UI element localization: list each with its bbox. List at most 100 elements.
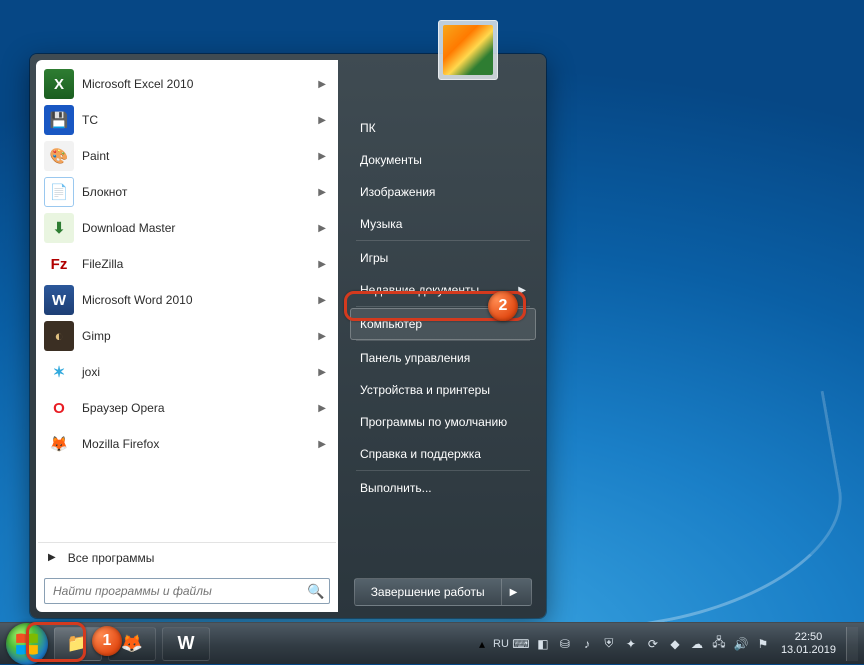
notepad-icon: 📄 <box>44 177 74 207</box>
program-label: joxi <box>82 365 318 379</box>
submenu-arrow-icon: ▶ <box>318 151 326 162</box>
places-item-4[interactable]: Игры <box>350 242 536 274</box>
places-item-3[interactable]: Музыка <box>350 208 536 240</box>
places-item-7[interactable]: Панель управления <box>350 342 536 374</box>
program-item-filezilla[interactable]: Fz FileZilla▶ <box>38 246 336 282</box>
places-item-8[interactable]: Устройства и принтеры <box>350 374 536 406</box>
program-label: Браузер Opera <box>82 401 318 415</box>
language-indicator[interactable]: RU <box>489 638 513 650</box>
places-label: Компьютер <box>360 317 422 331</box>
program-label: Mozilla Firefox <box>82 437 318 451</box>
app2-icon[interactable]: ◆ <box>667 636 683 652</box>
places-item-2[interactable]: Изображения <box>350 176 536 208</box>
triangle-right-icon: ▶ <box>48 552 56 563</box>
clock-time: 22:50 <box>781 631 836 644</box>
places-label: Игры <box>360 251 388 265</box>
program-label: FileZilla <box>82 257 318 271</box>
program-item-gimp[interactable]: ◐Gimp▶ <box>38 318 336 354</box>
tool-icon[interactable]: ✦ <box>623 636 639 652</box>
explorer-icon: 📁 <box>67 633 89 654</box>
filezilla-icon: Fz <box>44 249 74 279</box>
program-label: Paint <box>82 149 318 163</box>
program-item-paint[interactable]: 🎨 Paint▶ <box>38 138 336 174</box>
submenu-arrow-icon: ▶ <box>318 259 326 270</box>
shutdown-label: Завершение работы <box>361 585 501 599</box>
flag-icon[interactable]: ⚑ <box>755 636 771 652</box>
audio-icon[interactable]: ♪ <box>579 636 595 652</box>
taskbar-firefox-button[interactable]: 🦊 <box>108 627 156 661</box>
firefox-icon: 🦊 <box>44 429 74 459</box>
submenu-arrow-icon: ▶ <box>318 187 326 198</box>
drive-icon[interactable]: ⛁ <box>557 636 573 652</box>
places-item-9[interactable]: Программы по умолчанию <box>350 406 536 438</box>
submenu-arrow-icon: ▶ <box>318 223 326 234</box>
tray-expand-icon[interactable]: ▴ <box>479 637 489 651</box>
taskbar-explorer-button[interactable]: 📁 <box>54 627 102 661</box>
program-label: Microsoft Word 2010 <box>82 293 318 307</box>
excel-icon: X <box>44 69 74 99</box>
program-label: Microsoft Excel 2010 <box>82 77 318 91</box>
program-item-opera[interactable]: OБраузер Opera▶ <box>38 390 336 426</box>
shutdown-button[interactable]: Завершение работы ▶ <box>354 578 532 606</box>
places-label: Программы по умолчанию <box>360 415 507 429</box>
submenu-arrow-icon: ▶ <box>318 403 326 414</box>
program-item-notepad[interactable]: 📄 Блокнот▶ <box>38 174 336 210</box>
program-item-excel[interactable]: XMicrosoft Excel 2010▶ <box>38 66 336 102</box>
firefox-icon: 🦊 <box>121 633 143 654</box>
submenu-arrow-icon: ▶ <box>318 115 326 126</box>
recent-programs-list: XMicrosoft Excel 2010▶💾TC▶🎨Paint▶📄Блокно… <box>38 66 336 538</box>
places-item-5[interactable]: Недавние документы ▶ <box>350 274 536 306</box>
places-item-6[interactable]: Компьютер <box>350 308 536 340</box>
taskbar-clock[interactable]: 22:50 13.01.2019 <box>775 631 842 657</box>
places-label: Устройства и принтеры <box>360 383 490 397</box>
taskbar: 📁 🦊 W ▴ RU ⌨ ◧ ⛁ ♪ ⛨ ✦ ⟳ ◆ ☁ 🖧 🔊 ⚑ 22:50 13.01.2019 <box>0 622 864 664</box>
paint-icon: 🎨 <box>44 141 74 171</box>
start-menu-left-pane: XMicrosoft Excel 2010▶💾TC▶🎨Paint▶📄Блокно… <box>36 60 338 612</box>
update-icon[interactable]: ⟳ <box>645 636 661 652</box>
places-label: Документы <box>360 153 422 167</box>
keyboard-icon[interactable]: ⌨ <box>513 636 529 652</box>
all-programs-button[interactable]: ▶ Все программы <box>38 542 336 572</box>
program-item-firefox[interactable]: 🦊 Mozilla Firefox▶ <box>38 426 336 462</box>
app1-icon[interactable]: ◧ <box>535 636 551 652</box>
program-label: Gimp <box>82 329 318 343</box>
program-label: TC <box>82 113 318 127</box>
program-label: Блокнот <box>82 185 318 199</box>
program-label: Download Master <box>82 221 318 235</box>
submenu-arrow-icon: ▶ <box>318 295 326 306</box>
places-label: Недавние документы <box>360 283 479 297</box>
joxi-icon: ✶ <box>44 357 74 387</box>
submenu-arrow-icon: ▶ <box>318 331 326 342</box>
start-menu-right-pane: ПК Документы Изображения Музыка Игры Недавние… <box>338 54 546 618</box>
show-desktop-button[interactable] <box>846 627 858 661</box>
places-item-11[interactable]: Выполнить... <box>350 472 536 504</box>
places-label: Панель управления <box>360 351 470 365</box>
word-icon: W <box>178 633 195 654</box>
tc-icon: 💾 <box>44 105 74 135</box>
shutdown-options-arrow[interactable]: ▶ <box>502 587 526 598</box>
places-label: Изображения <box>360 185 435 199</box>
word-icon: W <box>44 285 74 315</box>
submenu-arrow-icon: ▶ <box>318 439 326 450</box>
download-master-icon: ⬇ <box>44 213 74 243</box>
places-label: Справка и поддержка <box>360 447 481 461</box>
places-item-1[interactable]: Документы <box>350 144 536 176</box>
cloud-icon[interactable]: ☁ <box>689 636 705 652</box>
volume-icon[interactable]: 🔊 <box>733 636 749 652</box>
program-item-download-master[interactable]: ⬇ Download Master▶ <box>38 210 336 246</box>
program-item-tc[interactable]: 💾 TC▶ <box>38 102 336 138</box>
user-picture[interactable] <box>438 20 498 80</box>
program-item-joxi[interactable]: ✶joxi▶ <box>38 354 336 390</box>
taskbar-word-button[interactable]: W <box>162 627 210 661</box>
places-item-10[interactable]: Справка и поддержка <box>350 438 536 470</box>
search-icon[interactable]: 🔍 <box>303 583 329 600</box>
places-label: Музыка <box>360 217 402 231</box>
start-search-box[interactable]: 🔍 <box>44 578 330 604</box>
program-item-word[interactable]: W Microsoft Word 2010▶ <box>38 282 336 318</box>
places-item-0[interactable]: ПК <box>350 112 536 144</box>
start-button[interactable] <box>6 623 48 665</box>
network-icon[interactable]: 🖧 <box>711 636 727 652</box>
submenu-arrow-icon: ▶ <box>518 285 526 296</box>
shield-icon[interactable]: ⛨ <box>601 636 617 652</box>
search-input[interactable] <box>45 584 303 598</box>
